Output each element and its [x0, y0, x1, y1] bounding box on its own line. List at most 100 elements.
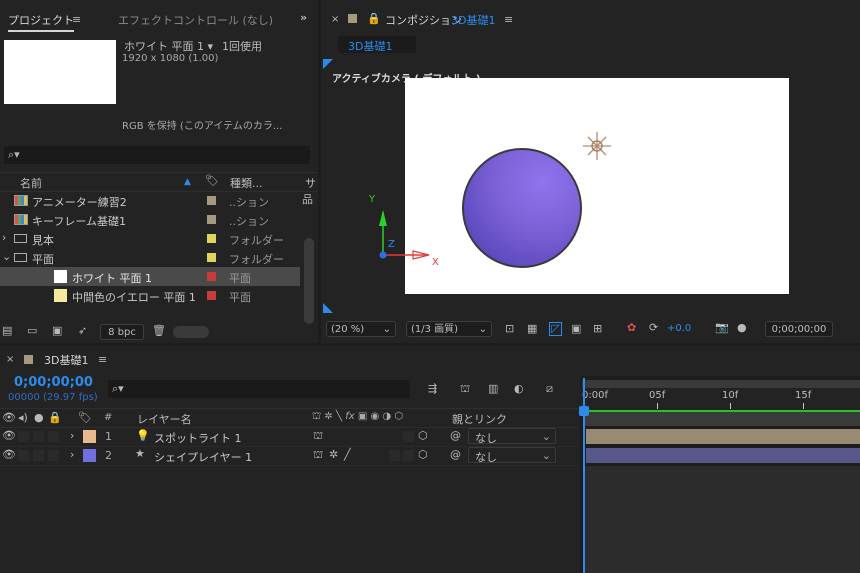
layer-name[interactable]: シェイプレイヤー 1	[154, 449, 252, 465]
camera-snapshot-icon[interactable]: 📷	[715, 322, 729, 334]
lock-toggle[interactable]	[48, 450, 59, 461]
project-item-row[interactable]: ホワイト 平面 1 平面	[0, 267, 300, 286]
interpret-footage-icon[interactable]: ▤	[2, 325, 12, 337]
project-item-row[interactable]: キーフレーム基礎1 ..ション	[0, 210, 300, 229]
layer-label-swatch[interactable]	[83, 449, 96, 462]
comp-canvas[interactable]	[405, 78, 789, 294]
work-area-bar[interactable]	[582, 380, 860, 388]
motion-blur-toggle[interactable]	[389, 450, 400, 461]
layer-row[interactable]: 👁 › 1 💡 スポットライト 1 ⛫ ⬡ @ なし ⌄	[0, 427, 578, 447]
motion-blur-switch-icon[interactable]: ◉	[370, 411, 379, 422]
shy-layers-icon[interactable]: ⛫	[460, 383, 470, 395]
layer-name[interactable]: スポットライト 1	[154, 430, 242, 446]
timeline-tab-name[interactable]: 3D基礎1	[44, 352, 88, 368]
label-color-swatch[interactable]	[207, 234, 216, 243]
channels-icon[interactable]: ✿	[627, 322, 636, 334]
search-field[interactable]	[32, 148, 306, 163]
layer-label-swatch[interactable]	[83, 430, 96, 443]
col-parent-header[interactable]: 親とリンク	[452, 411, 507, 427]
thumbnail-slider[interactable]	[173, 326, 209, 338]
lock-header-icon[interactable]: 🔒	[48, 412, 62, 424]
panel-menu-icon[interactable]: ≡	[72, 14, 81, 26]
flowchart-icon[interactable]: 品	[302, 194, 313, 206]
new-composition-icon[interactable]: ▣	[52, 325, 62, 337]
layer-row[interactable]: 👁 › 2 ★ シェイプレイヤー 1 ⛫ ✲ ╱ ⬡ @ なし ⌄	[0, 446, 578, 466]
video-visibility-icon[interactable]: 👁	[2, 430, 16, 442]
solo-toggle[interactable]	[33, 431, 44, 442]
close-tab-icon[interactable]: ×	[331, 14, 339, 26]
pick-whip-icon[interactable]: @	[450, 430, 461, 442]
3d-axis-gizmo[interactable]	[367, 202, 437, 272]
label-color-swatch[interactable]	[207, 253, 216, 262]
comp-flowchart-icon[interactable]: ⇶	[428, 383, 437, 395]
grid-guide-icon[interactable]: ⊞	[593, 323, 602, 335]
label-color-swatch[interactable]	[207, 196, 216, 205]
quality-switch-icon[interactable]: ╲	[336, 411, 342, 422]
audio-header-icon[interactable]: ◂)	[18, 412, 28, 424]
lock-icon[interactable]: 🔒	[367, 13, 381, 25]
solo-header-icon[interactable]: ●	[34, 412, 44, 424]
render-icon[interactable]: ➶	[78, 325, 87, 337]
effects-switch-icon[interactable]: fx	[345, 411, 354, 422]
expand-panels-icon[interactable]: »	[300, 12, 307, 24]
col-number-header[interactable]: #	[104, 412, 112, 423]
new-folder-icon[interactable]: ▭	[27, 325, 37, 337]
exposure-value[interactable]: +0.0	[667, 323, 691, 334]
sphere-shape[interactable]	[462, 148, 582, 268]
shy-switch-icon[interactable]: ⛫	[313, 449, 323, 461]
zoom-dropdown[interactable]: (20 %) ⌄	[326, 321, 396, 337]
reset-exposure-icon[interactable]: ⟳	[649, 322, 658, 334]
quality-switch-icon[interactable]: ╱	[344, 449, 351, 461]
adjustment-switch-icon[interactable]: ◑	[382, 411, 391, 422]
mask-visibility-icon[interactable]: ▣	[571, 323, 581, 335]
region-of-interest-icon[interactable]: ◸	[549, 322, 562, 336]
graph-editor-icon[interactable]: ⧄	[546, 383, 553, 395]
label-tag-icon[interactable]: 🏷	[205, 175, 219, 187]
col-layer-name-header[interactable]: レイヤー名	[137, 411, 192, 427]
item-name[interactable]: ホワイト 平面 1 ▾	[124, 38, 213, 54]
col-extra-header[interactable]: サ	[305, 175, 316, 191]
snapshot-toggle-icon[interactable]: ⊡	[505, 323, 514, 335]
spotlight-icon[interactable]	[581, 130, 613, 162]
timeline-search-input[interactable]: ⌕▾	[108, 380, 410, 398]
motion-blur-icon[interactable]: ◐	[514, 383, 524, 395]
project-item-row[interactable]: 中間色のイエロー 平面 1 平面	[0, 286, 300, 305]
label-color-swatch[interactable]	[207, 215, 216, 224]
project-item-row[interactable]: アニメーター練習2 ..ション	[0, 191, 300, 210]
video-visibility-header-icon[interactable]: 👁	[2, 412, 16, 424]
pick-whip-icon[interactable]: @	[450, 449, 461, 461]
sort-ascending-icon[interactable]: ▲	[184, 176, 191, 188]
close-timeline-tab-icon[interactable]: ×	[6, 354, 14, 366]
trash-icon[interactable]: 🗑	[152, 325, 166, 337]
transparency-grid-icon[interactable]: ▦	[527, 323, 537, 335]
search-input[interactable]: ⌕▾	[4, 146, 310, 164]
resolution-dropdown[interactable]: (1/3 画質) ⌄	[406, 321, 492, 337]
tab-project[interactable]: プロジェクト	[8, 12, 74, 32]
shy-switch-icon[interactable]: ⛫	[313, 430, 323, 442]
solo-toggle[interactable]	[33, 450, 44, 461]
current-time-head[interactable]	[579, 406, 589, 416]
tab-effect-controls[interactable]: エフェクトコントロール (なし)	[118, 12, 273, 28]
expand-arrow-icon[interactable]: ›	[70, 449, 74, 461]
label-color-swatch[interactable]	[207, 272, 216, 281]
twirl-arrow-icon[interactable]: ›	[2, 232, 6, 244]
col-name-header[interactable]: 名前	[20, 175, 42, 191]
comp-tab-name[interactable]: 3D基礎1	[451, 12, 495, 28]
comp-subtab[interactable]: 3D基礎1	[338, 36, 416, 53]
project-scrollbar[interactable]	[304, 238, 314, 324]
shy-switch-icon[interactable]: ⛫	[312, 411, 321, 422]
twirl-arrow-icon[interactable]: ⌄	[2, 251, 11, 263]
collapse-switch-icon[interactable]: ✲	[324, 411, 332, 422]
parent-dropdown[interactable]: なし ⌄	[468, 447, 556, 464]
3d-layer-icon[interactable]: ⬡	[418, 430, 428, 442]
video-visibility-icon[interactable]: 👁	[2, 449, 16, 461]
frame-blend-switch-icon[interactable]: ▣	[358, 411, 367, 422]
adjustment-toggle[interactable]	[403, 450, 414, 461]
parent-dropdown[interactable]: なし ⌄	[468, 428, 556, 445]
collapse-switch-icon[interactable]: ✲	[329, 449, 338, 461]
layer-duration-bar[interactable]	[586, 429, 860, 444]
viewer-timecode[interactable]: 0;00;00;00	[765, 321, 833, 337]
label-header-icon[interactable]: 🏷	[78, 412, 92, 424]
label-color-swatch[interactable]	[207, 291, 216, 300]
comp-viewer[interactable]: アクティブカメラ ( デフォルト ) Y Z X	[321, 57, 860, 315]
